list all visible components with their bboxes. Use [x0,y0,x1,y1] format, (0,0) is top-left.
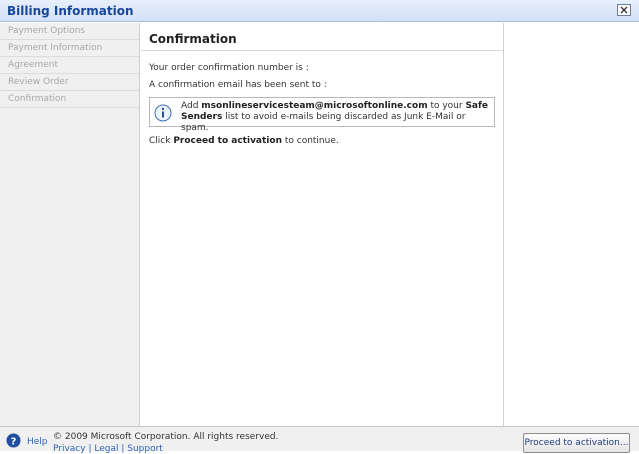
footer-links: Privacy | Legal | Support [53,444,163,454]
sender-email: msonlineservicesteam@microsoftonline.com [201,101,428,111]
step-payment-options: Payment Options [0,23,139,40]
help-link[interactable]: Help [27,437,48,447]
title-bar: Billing Information [0,0,639,22]
footer: ? Help © 2009 Microsoft Corporation. All… [0,426,639,454]
page-title: Confirmation [141,23,503,51]
main-content: Confirmation Your order confirmation num… [141,23,504,426]
info-suffix: list to avoid e-mails being discarded as… [181,112,466,133]
svg-text:?: ? [11,437,17,448]
safe-senders-message: Add msonlineservicesteam@microsoftonline… [181,101,491,134]
info-prefix: Add [181,101,202,111]
proceed-to-activation-button[interactable]: Proceed to activation... [523,433,630,453]
email-sent-text: A confirmation email has been sent to : [149,80,327,90]
proceed-instruction: Click Proceed to activation to continue. [149,136,339,146]
step-agreement: Agreement [0,57,139,74]
instruction-prefix: Click [149,136,174,146]
legal-link[interactable]: Legal [94,444,118,454]
close-icon [620,6,628,14]
close-button[interactable] [617,4,631,16]
window-title: Billing Information [7,4,134,18]
order-number-text: Your order confirmation number is : [149,63,309,73]
privacy-link[interactable]: Privacy [53,444,86,454]
instruction-action: Proceed to activation [173,136,282,146]
safe-senders-info-box: Add msonlineservicesteam@microsoftonline… [149,97,495,133]
help-icon[interactable]: ? [6,433,21,448]
step-payment-information: Payment Information [0,40,139,57]
info-middle: to your [427,101,466,111]
copyright-text: © 2009 Microsoft Corporation. All rights… [53,432,279,442]
instruction-suffix: to continue. [281,136,339,146]
support-link[interactable]: Support [127,444,163,454]
link-separator: | [118,444,128,454]
info-icon [154,104,172,122]
step-confirmation: Confirmation [0,91,139,108]
step-review-order: Review Order [0,74,139,91]
wizard-steps-sidebar: Payment Options Payment Information Agre… [0,23,140,426]
